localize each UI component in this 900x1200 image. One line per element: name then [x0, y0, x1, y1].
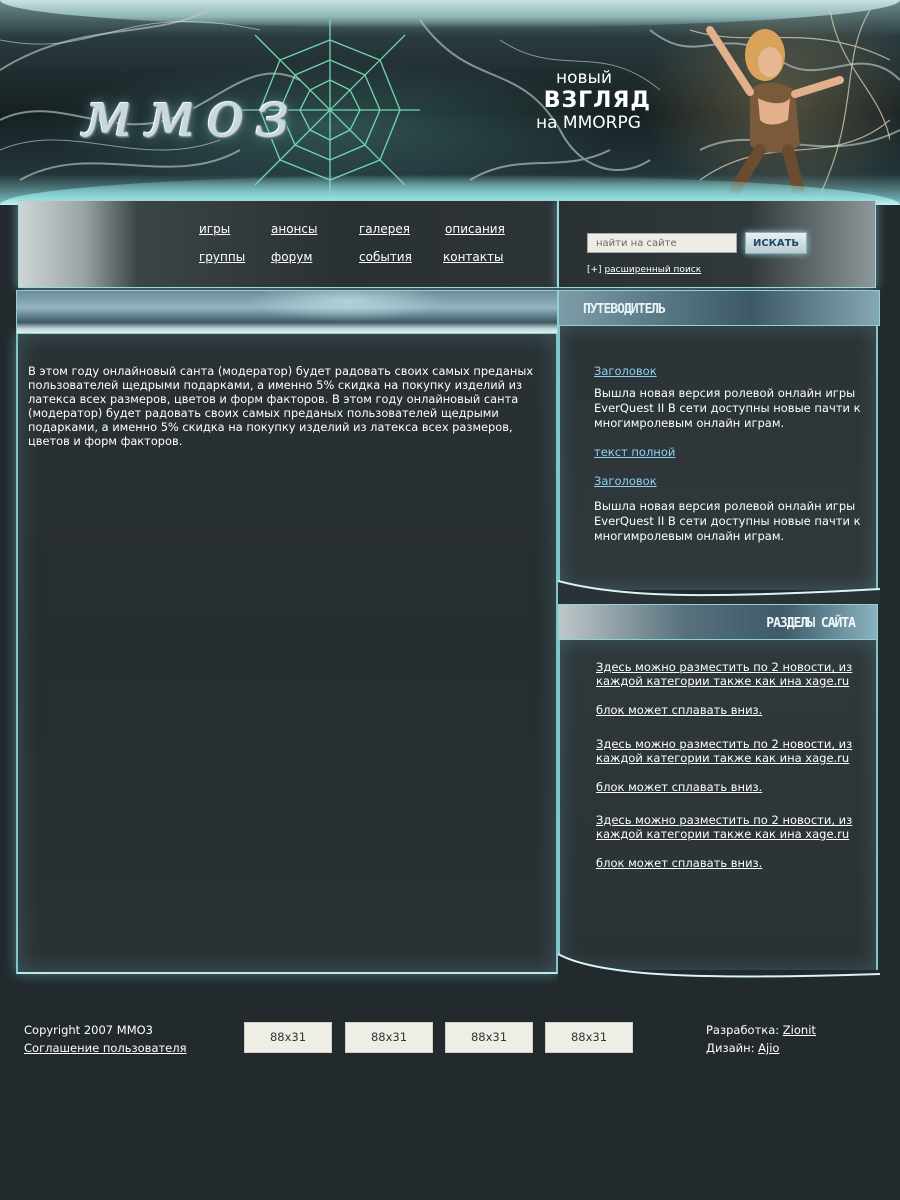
banner-88x31-4[interactable]: 88x31 [545, 1022, 633, 1053]
developer-link[interactable]: Zionit [783, 1023, 816, 1037]
slogan-line-2: ВЗГЛЯД [543, 88, 651, 113]
guide-bottom-swoosh [558, 580, 880, 605]
sections-title: РАЗДЕЛЫ САЙТА [766, 616, 856, 631]
advanced-search-prefix: [+] [587, 265, 602, 275]
nav-item-groups[interactable]: группы [199, 250, 245, 264]
user-agreement-link[interactable]: Соглашение пользователя [24, 1041, 187, 1055]
sections-bottom-swoosh [558, 953, 880, 990]
header-slogan: новый ВЗГЛЯД на MMORPG [536, 68, 651, 133]
section-link-2[interactable]: блок может сплавать вниз. [596, 703, 866, 717]
sections-header: РАЗДЕЛЫ САЙТА [558, 604, 878, 640]
developer-credit: Разработка: Zionit [706, 1021, 816, 1039]
main-content: В этом году онлайновый санта (модератор)… [16, 334, 558, 974]
slogan-line-3: на MMORPG [536, 113, 641, 133]
section-link-5[interactable]: Здесь можно разместить по 2 новости, из … [596, 813, 866, 841]
nav-item-contacts[interactable]: контакты [443, 250, 504, 264]
main-navigation: игры анонсы галерея описания группы фору… [18, 200, 558, 288]
guide-more-link[interactable]: текст полной [594, 445, 675, 459]
search-button[interactable]: ИСКАТЬ [745, 232, 807, 254]
designer-link[interactable]: Ajio [758, 1041, 779, 1055]
search-input[interactable] [587, 233, 737, 253]
section-link-3[interactable]: Здесь можно разместить по 2 новости, из … [596, 737, 866, 765]
nav-item-announcements[interactable]: анонсы [271, 222, 317, 236]
header-banner: ммоз новый ВЗГЛЯД на MMORPG [0, 0, 900, 205]
guide-block: Заголовок Вышла новая версия ролевой онл… [558, 326, 878, 590]
guide-text-2: Вышла новая версия ролевой онлайн игры E… [594, 499, 861, 543]
advanced-search-link[interactable]: расширенный поиск [604, 265, 701, 275]
guide-heading-2[interactable]: Заголовок [594, 474, 657, 488]
nav-item-games[interactable]: игры [199, 222, 230, 236]
guide-heading-1[interactable]: Заголовок [594, 364, 657, 378]
designer-label: Дизайн: [706, 1041, 755, 1055]
section-link-6[interactable]: блок может сплавать вниз. [596, 856, 866, 870]
banner-88x31-2[interactable]: 88x31 [345, 1022, 433, 1053]
developer-label: Разработка: [706, 1023, 780, 1037]
slogan-line-1: новый [556, 68, 613, 88]
section-link-4[interactable]: блок может сплавать вниз. [596, 780, 866, 794]
guide-header: ПУТЕВОДИТЕЛЬ [558, 290, 880, 326]
banner-88x31-3[interactable]: 88x31 [445, 1022, 533, 1053]
guide-text-1: Вышла новая версия ролевой онлайн игры E… [594, 386, 861, 430]
nav-item-gallery[interactable]: галерея [359, 222, 410, 236]
copyright-text: Copyright 2007 MMO3 [24, 1023, 153, 1037]
site-logo[interactable]: ммоз [80, 78, 300, 152]
nav-item-descriptions[interactable]: описания [445, 222, 505, 236]
nav-item-events[interactable]: события [359, 250, 412, 264]
section-link-1[interactable]: Здесь можно разместить по 2 новости, из … [596, 660, 866, 688]
search-panel: ИСКАТЬ [+] расширенный поиск [558, 200, 876, 288]
footer-credits: Разработка: Zionit Дизайн: Ajio [706, 1021, 816, 1057]
footer-copyright-block: Copyright 2007 MMO3 Соглашение пользоват… [24, 1021, 187, 1057]
nav-item-forum[interactable]: форум [271, 250, 312, 264]
designer-credit: Дизайн: Ajio [706, 1039, 816, 1057]
advanced-search: [+] расширенный поиск [587, 265, 701, 275]
sections-block: Здесь можно разместить по 2 новости, из … [558, 640, 878, 970]
main-text: В этом году онлайновый санта (модератор)… [28, 364, 534, 448]
heroine-illustration-icon [690, 10, 890, 195]
banner-88x31-1[interactable]: 88x31 [244, 1022, 332, 1053]
guide-title: ПУТЕВОДИТЕЛЬ [583, 302, 666, 317]
content-header-bar [16, 290, 558, 334]
